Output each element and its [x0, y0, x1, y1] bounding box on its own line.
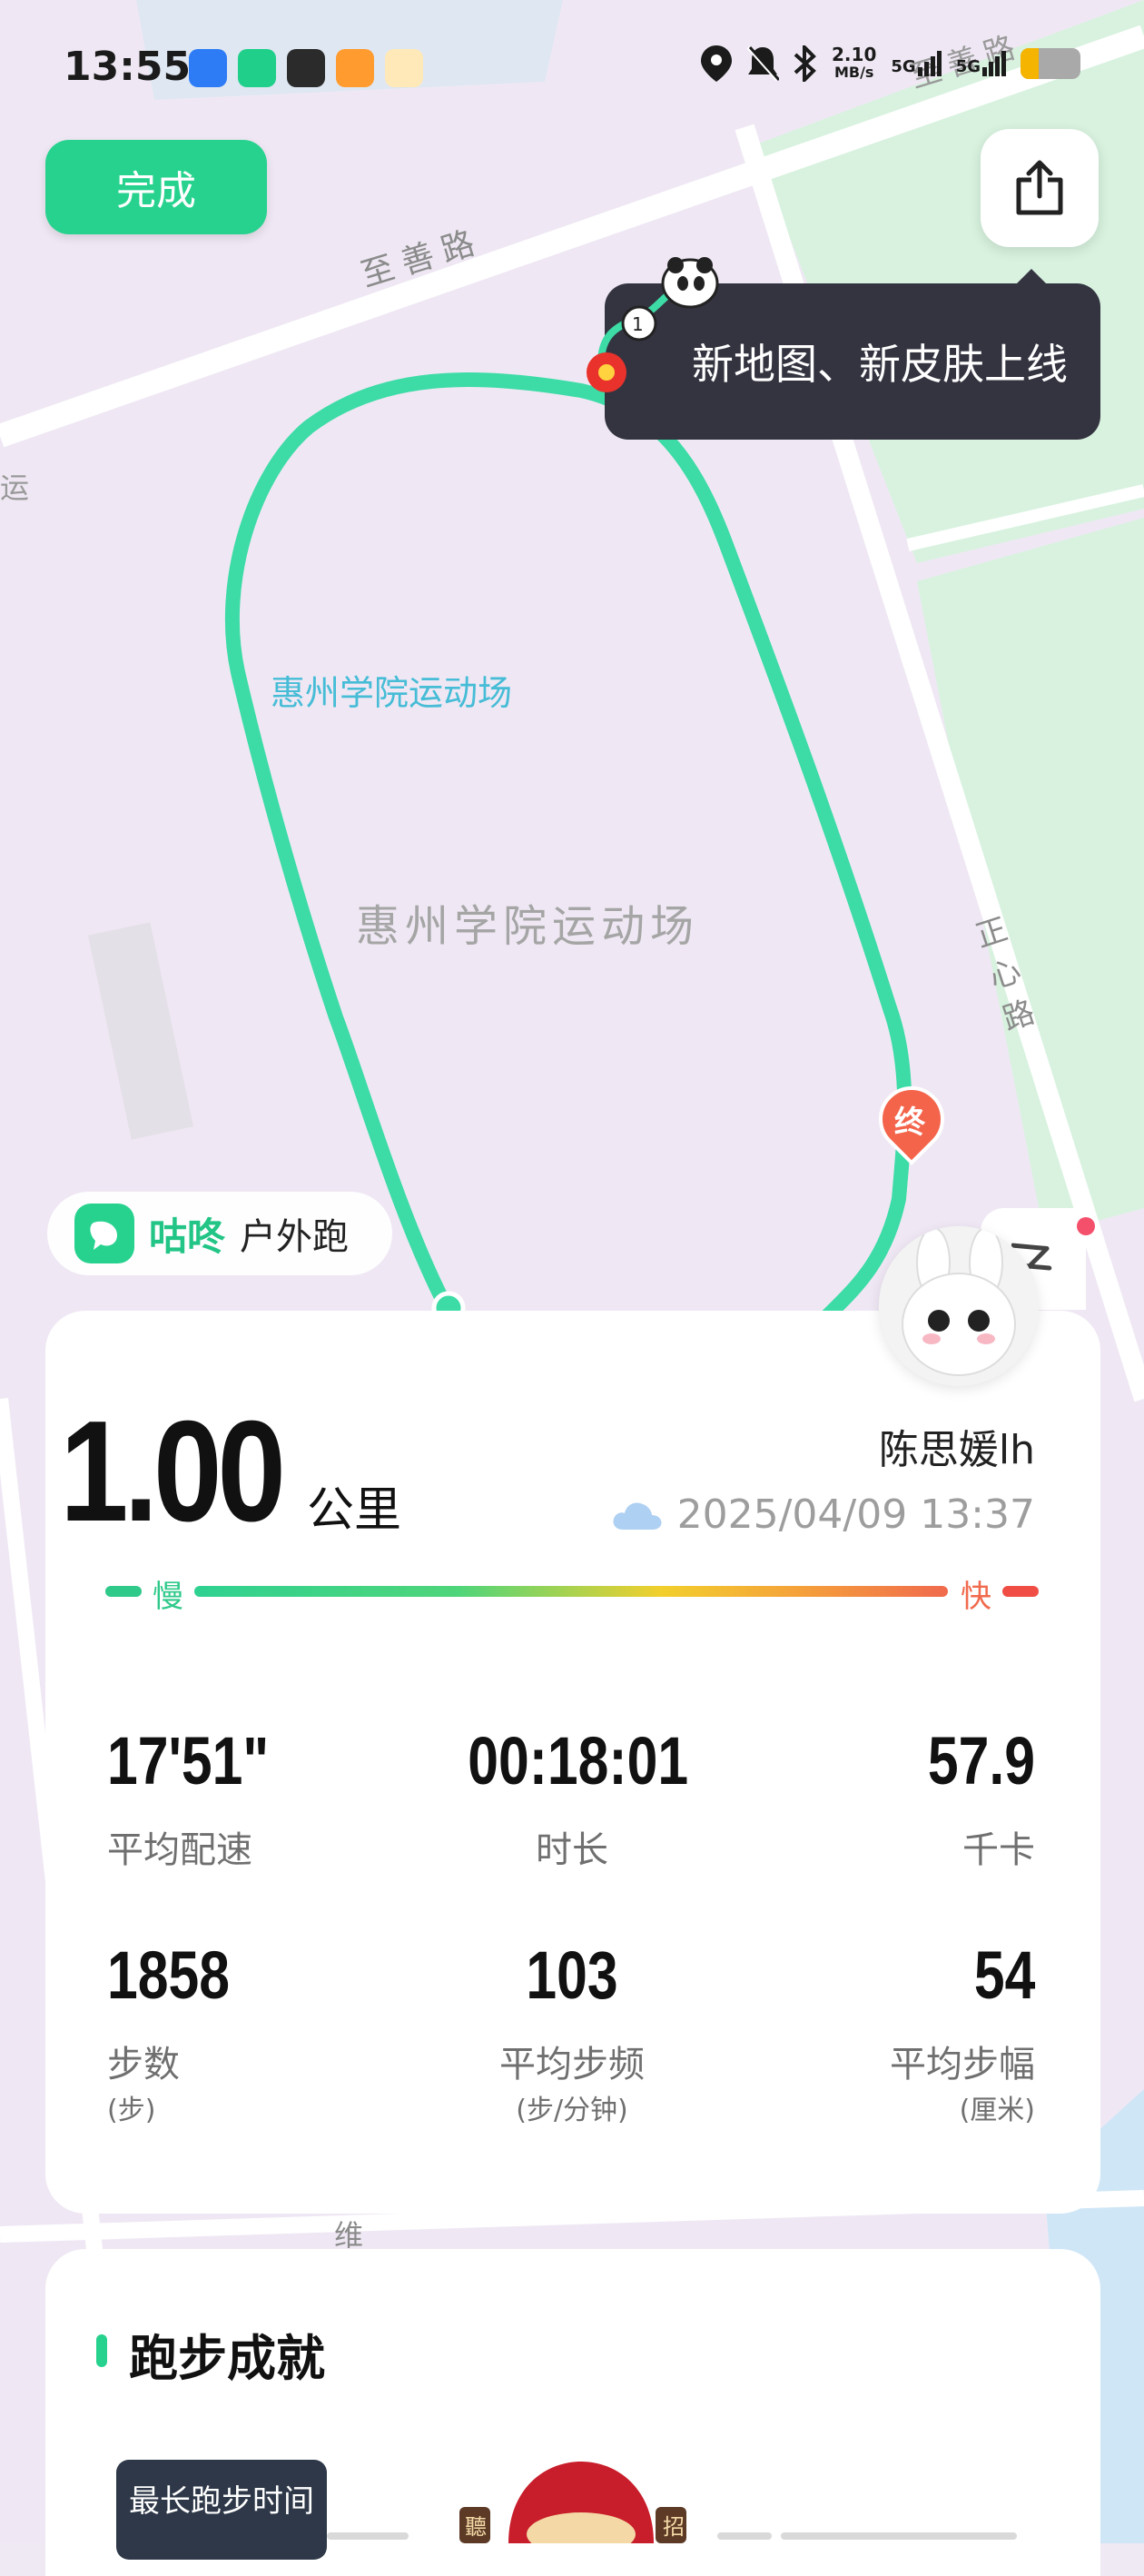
stat-steps-label: 步数 [107, 2044, 180, 2086]
net-speed: 2.10 MB/s [832, 45, 876, 82]
stat-pace-value: 17'51" [107, 1723, 270, 1798]
venue-poi-label[interactable]: 惠州学院运动场 [271, 665, 512, 715]
stat-cadence-label: 平均步频 [499, 2044, 645, 2086]
share-button[interactable] [981, 129, 1099, 247]
progress-track-1 [327, 2532, 409, 2540]
distance-value: 1.00 [60, 1392, 286, 1551]
section-accent-bar [96, 2334, 107, 2367]
sim1-label: 5G [891, 57, 916, 76]
stat-steps-value: 1858 [107, 1937, 230, 2013]
stat-calories-value: 57.9 [927, 1723, 1035, 1798]
tooltip-text: 新地图、新皮肤上线 [692, 340, 1068, 389]
signal-1: 5G [891, 51, 942, 76]
status-time: 13:55 [64, 44, 192, 90]
app-k-icon [189, 49, 227, 87]
stat-stride-unit: (厘米) [959, 2095, 1035, 2126]
datetime: 2025/04/09 13:37 [676, 1491, 1035, 1538]
net-speed-unit: MB/s [833, 64, 874, 81]
pace-left-cap [105, 1586, 142, 1597]
app-codoon-icon [238, 49, 276, 87]
mute-bell-icon [746, 45, 780, 82]
stat-duration-label: 时长 [536, 1829, 608, 1871]
venue-area-label: 惠州学院运动场 [356, 901, 700, 952]
status-right: 2.10 MB/s 5G 5G [701, 45, 1080, 82]
end-marker-label: 终 [894, 1105, 925, 1141]
pace-fast-label: 快 [961, 1579, 991, 1615]
stat-calories-label: 千卡 [962, 1829, 1035, 1871]
avatar-rabbit-icon [879, 1226, 1039, 1386]
pace-gradient-bar [194, 1586, 948, 1597]
codoon-logo-icon [74, 1204, 134, 1263]
stat-steps-unit: (步) [107, 2095, 156, 2126]
map-skin-illustration: 1 [587, 257, 719, 392]
road-label-left: 运 [0, 471, 30, 505]
distance-unit: 公里 [307, 1483, 402, 1538]
share-icon [1016, 160, 1063, 215]
progress-track-3 [781, 2532, 1017, 2540]
medal-right-tag: 招 [663, 2514, 685, 2540]
location-icon [701, 45, 733, 82]
longest-run-badge[interactable]: 最长跑步时间 [116, 2460, 327, 2560]
done-button[interactable]: 完成 [45, 140, 267, 234]
status-app-icons [189, 49, 423, 87]
pace-slow-label: 慢 [153, 1579, 183, 1615]
net-speed-value: 2.10 [832, 44, 877, 65]
cloud-icon [613, 1501, 662, 1530]
activity-type: 户外跑 [240, 1216, 350, 1258]
stat-stride-label: 平均步幅 [890, 2044, 1035, 2086]
svg-text:1: 1 [632, 313, 644, 335]
pace-right-cap [1002, 1586, 1039, 1597]
app-game-icon [287, 49, 325, 87]
progress-track-2 [717, 2532, 772, 2540]
achievements-title: 跑步成就 [129, 2330, 325, 2387]
user-name: 陈思媛lh [878, 1427, 1035, 1473]
date-row: 2025/04/09 13:37 [610, 1491, 1035, 1538]
brand-pill: 咕咚 户外跑 [47, 1192, 392, 1275]
sim2-label: 5G [955, 57, 981, 76]
longest-run-label: 最长跑步时间 [129, 2483, 314, 2520]
avatar[interactable] [879, 1226, 1039, 1386]
app-bird-icon [385, 49, 423, 87]
stat-cadence-unit: (步/分钟) [516, 2095, 628, 2126]
stat-stride-value: 54 [973, 1937, 1035, 2013]
bluetooth-icon [794, 45, 816, 82]
stat-pace-label: 平均配速 [107, 1829, 252, 1871]
stat-duration-value: 00:18:01 [468, 1723, 689, 1798]
stat-cadence-value: 103 [526, 1937, 618, 2013]
medal-left-tag: 聽 [465, 2514, 487, 2540]
signal-2: 5G [956, 51, 1006, 76]
notification-dot [1077, 1217, 1095, 1235]
brand-name: 咕咚 [149, 1214, 226, 1259]
app-notes-icon [336, 49, 374, 87]
battery-icon [1021, 48, 1080, 79]
battery-fill [1021, 48, 1039, 79]
